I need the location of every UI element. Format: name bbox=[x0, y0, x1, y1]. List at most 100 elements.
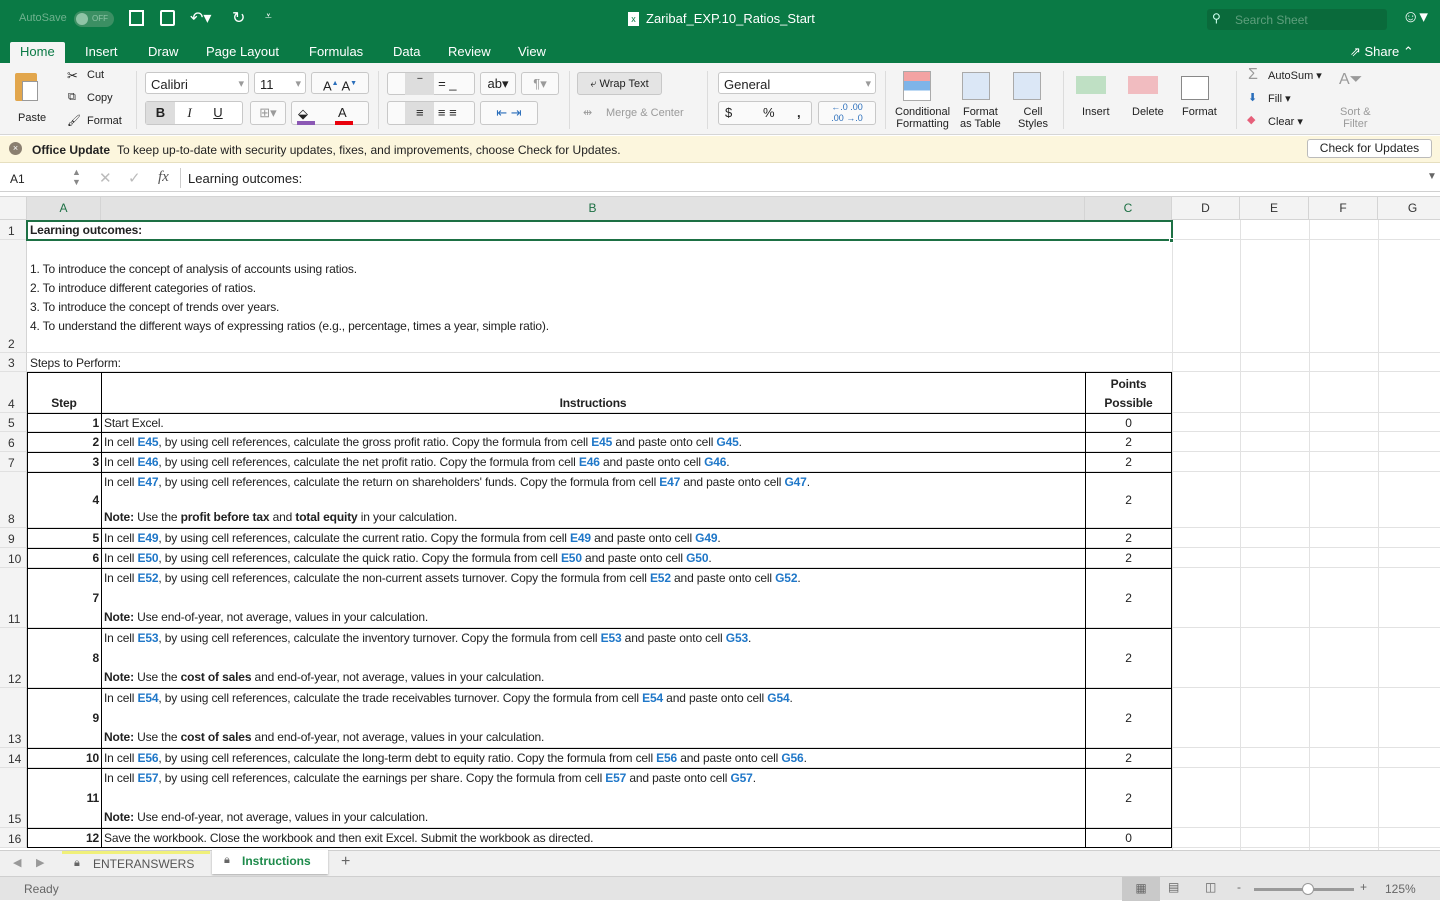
column-header-d[interactable]: D bbox=[1172, 197, 1240, 220]
column-header-c[interactable]: C bbox=[1085, 197, 1172, 220]
tab-draw[interactable]: Draw bbox=[138, 42, 188, 63]
tab-view[interactable]: View bbox=[508, 42, 556, 63]
zoom-out-button[interactable]: - bbox=[1237, 880, 1241, 894]
customize-toolbar-icon[interactable]: ⩡ bbox=[265, 9, 272, 24]
redo-icon[interactable]: ↻ bbox=[232, 8, 245, 28]
text-run: and bbox=[269, 510, 296, 524]
row-header-6[interactable]: 6 bbox=[0, 432, 27, 452]
cell-styles-button[interactable]: Cell Styles bbox=[1018, 106, 1048, 130]
formula-input[interactable]: Learning outcomes: bbox=[188, 171, 1418, 186]
underline-button[interactable]: U bbox=[204, 102, 232, 124]
paragraph-direction-button[interactable]: ¶▾ bbox=[521, 72, 559, 95]
save-icon[interactable] bbox=[160, 10, 175, 26]
row-header-14[interactable]: 14 bbox=[0, 748, 27, 768]
clear-button[interactable]: Clear ▾ bbox=[1268, 115, 1303, 128]
borders-button[interactable]: ⊞▾ bbox=[250, 101, 286, 125]
insert-function-button[interactable]: fx bbox=[158, 169, 169, 186]
check-for-updates-button[interactable]: Check for Updates bbox=[1307, 139, 1432, 158]
row-header-4[interactable]: 4 bbox=[0, 372, 27, 413]
percent-button[interactable]: % bbox=[763, 102, 775, 124]
format-as-table-button[interactable]: Format as Table bbox=[960, 106, 1001, 130]
decimal-buttons[interactable]: ←.0 .00.00 →.0 bbox=[818, 101, 876, 125]
column-header-e[interactable]: E bbox=[1240, 197, 1309, 220]
tab-data[interactable]: Data bbox=[383, 42, 430, 63]
delete-button[interactable]: Delete bbox=[1132, 106, 1164, 118]
add-sheet-button[interactable]: + bbox=[341, 853, 350, 871]
column-header-f[interactable]: F bbox=[1309, 197, 1378, 220]
row-header-2[interactable]: 2 bbox=[0, 240, 27, 353]
normal-view-button[interactable]: ▦ bbox=[1122, 877, 1160, 901]
column-header-g[interactable]: G bbox=[1378, 197, 1440, 220]
tab-formulas[interactable]: Formulas bbox=[299, 42, 373, 63]
tab-page-layout[interactable]: Page Layout bbox=[196, 42, 289, 63]
scroll-tabs-left-icon[interactable]: ◀ bbox=[13, 856, 21, 869]
tab-home[interactable]: Home bbox=[10, 42, 65, 63]
tab-insert[interactable]: Insert bbox=[75, 42, 128, 63]
orientation-button[interactable]: ab▾ bbox=[480, 72, 516, 95]
horizontal-align-buttons[interactable]: ≡ ≡ ≡ bbox=[387, 101, 475, 125]
row-header-3[interactable]: 3 bbox=[0, 353, 27, 372]
worksheet-grid[interactable]: 1 2 3 4 5 6 7 8 9 10 11 12 13 14 15 16 Learning outcomes… bbox=[0, 220, 1440, 850]
row-header-12[interactable]: 12 bbox=[0, 628, 27, 688]
fill-handle[interactable] bbox=[1169, 238, 1174, 243]
cut-button[interactable]: Cut bbox=[87, 69, 104, 81]
tab-review[interactable]: Review bbox=[438, 42, 501, 63]
row-header-13[interactable]: 13 bbox=[0, 688, 27, 748]
page-layout-view-button[interactable]: ▤ bbox=[1168, 880, 1179, 894]
column-header-b[interactable]: B bbox=[101, 197, 1085, 220]
bold-button[interactable]: B bbox=[146, 102, 175, 124]
indent-buttons[interactable]: ⇤ ⇥ bbox=[480, 101, 538, 125]
smiley-feedback-icon[interactable]: ☺▾ bbox=[1402, 7, 1428, 27]
row-header-8[interactable]: 8 bbox=[0, 472, 27, 528]
bold-text: total equity bbox=[295, 510, 358, 524]
share-button[interactable]: ⇗ Share ⌃ bbox=[1340, 42, 1424, 63]
name-box[interactable]: A1 bbox=[10, 172, 25, 186]
font-name-select[interactable]: Calibri ▾ bbox=[145, 72, 249, 94]
sort-filter-button[interactable]: Sort & Filter bbox=[1340, 106, 1371, 130]
scroll-tabs-right-icon[interactable]: ▶ bbox=[36, 856, 44, 869]
row-header-5[interactable]: 5 bbox=[0, 413, 27, 432]
format-button[interactable]: Format bbox=[1182, 106, 1217, 118]
number-format-select[interactable]: General ▾ bbox=[718, 72, 876, 94]
vertical-align-buttons[interactable]: ‾ = _ bbox=[387, 72, 475, 95]
fill-button[interactable]: Fill ▾ bbox=[1268, 92, 1291, 105]
wrap-text-button[interactable]: ⤶ Wrap Text bbox=[577, 72, 662, 95]
comma-button[interactable]: , bbox=[797, 102, 801, 124]
sheet-tab-instructions[interactable]: 🔒︎ Instructions bbox=[212, 850, 328, 874]
selected-cell-a1[interactable] bbox=[26, 220, 1173, 241]
sidebar-icon[interactable] bbox=[129, 10, 144, 26]
conditional-formatting-button[interactable]: Conditional Formatting bbox=[895, 106, 950, 130]
column-header-a[interactable]: A bbox=[27, 197, 101, 220]
search-sheet-input[interactable]: ⚲ Search Sheet bbox=[1207, 9, 1387, 30]
select-all-corner[interactable] bbox=[0, 197, 27, 220]
page-break-view-button[interactable]: ◫ bbox=[1205, 880, 1216, 894]
row-header-10[interactable]: 10 bbox=[0, 548, 27, 568]
name-box-stepper-icon[interactable]: ▲ ▼ bbox=[72, 167, 81, 187]
row-header-9[interactable]: 9 bbox=[0, 528, 27, 548]
fill-label: Fill bbox=[1268, 93, 1283, 105]
paste-button[interactable]: Paste bbox=[12, 69, 54, 124]
close-icon[interactable]: × bbox=[9, 142, 22, 155]
format-painter-button[interactable]: Format bbox=[87, 115, 122, 127]
row-header-15[interactable]: 15 bbox=[0, 768, 27, 828]
row-header-11[interactable]: 11 bbox=[0, 568, 27, 628]
undo-icon[interactable]: ↶▾ bbox=[190, 8, 211, 28]
italic-button[interactable]: I bbox=[175, 102, 204, 124]
fill-font-color-buttons[interactable]: ⬙ A bbox=[291, 101, 369, 125]
zoom-slider-handle[interactable] bbox=[1302, 883, 1315, 895]
merge-center-button[interactable]: Merge & Center bbox=[606, 107, 684, 119]
column-headers: A B C D E F G bbox=[0, 196, 1440, 220]
row-header-7[interactable]: 7 bbox=[0, 452, 27, 472]
expand-formula-bar-icon[interactable]: ▼ bbox=[1427, 171, 1437, 182]
copy-button[interactable]: Copy bbox=[87, 92, 113, 104]
zoom-in-button[interactable]: + bbox=[1360, 880, 1367, 894]
row-header-1[interactable]: 1 bbox=[0, 220, 27, 240]
fill-color-swatch bbox=[297, 121, 315, 125]
currency-button[interactable]: $ bbox=[725, 102, 732, 124]
autosum-button[interactable]: AutoSum ▾ bbox=[1268, 69, 1322, 82]
row-header-16[interactable]: 16 bbox=[0, 828, 27, 848]
insert-button[interactable]: Insert bbox=[1082, 106, 1110, 118]
font-grow-shrink-buttons[interactable]: A▲ A▼ bbox=[311, 72, 369, 94]
font-size-select[interactable]: 11 ▾ bbox=[254, 72, 306, 94]
sheet-tab-enteranswers[interactable]: 🔒︎ ENTERANSWERS bbox=[62, 851, 210, 875]
